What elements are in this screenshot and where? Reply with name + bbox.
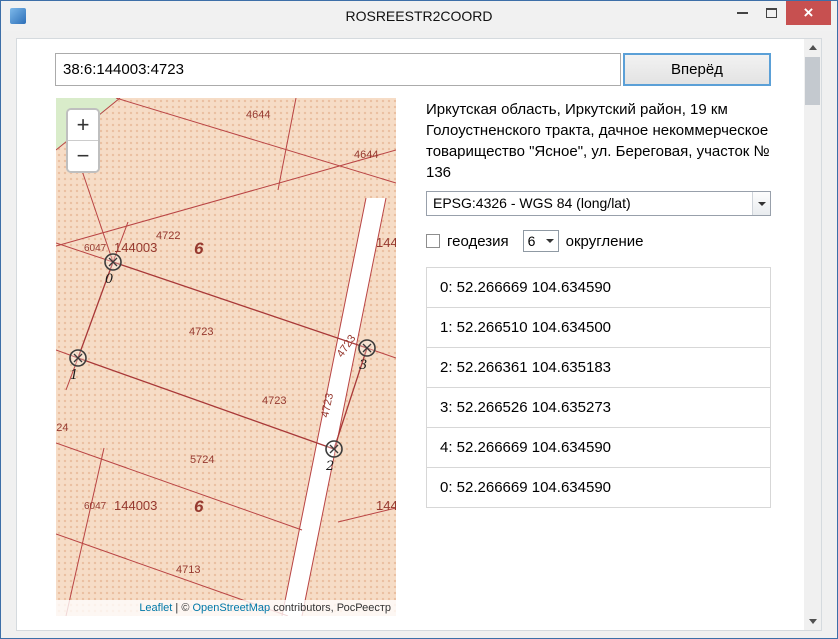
- crs-select-value: EPSG:4326 - WGS 84 (long/lat): [427, 192, 752, 215]
- parcel-label: 6: [194, 239, 204, 258]
- maximize-button[interactable]: [757, 1, 786, 25]
- map-road: [282, 198, 386, 616]
- close-icon: ×: [804, 4, 814, 21]
- arrow-up-icon: [809, 45, 817, 50]
- geodesy-checkbox[interactable]: [426, 234, 440, 248]
- coordinate-row[interactable]: 0: 52.266669 104.634590: [426, 267, 771, 308]
- window-title: ROSREESTR2COORD: [1, 8, 837, 24]
- parcel-label: 1440: [376, 498, 396, 513]
- parcel-label: 4713: [176, 564, 200, 576]
- parcel-label: 6047: [84, 501, 107, 512]
- attribution-separator: | ©: [172, 602, 192, 614]
- scroll-down-button[interactable]: [804, 613, 821, 630]
- zoom-in-button[interactable]: +: [68, 110, 98, 141]
- parcel-label: 5724: [56, 422, 68, 434]
- forward-button[interactable]: Вперёд: [623, 53, 771, 86]
- coordinate-list: 0: 52.266669 104.6345901: 52.266510 104.…: [426, 267, 771, 508]
- marker-number-label: 3: [359, 358, 367, 373]
- options-row: геодезия 6 округление: [426, 229, 643, 253]
- marker-number-label: 2: [325, 459, 334, 474]
- cadastral-number-input[interactable]: [55, 53, 621, 86]
- address-text: Иркутская область, Иркутский район, 19 к…: [426, 99, 778, 183]
- parcel-label: 4723: [189, 326, 213, 338]
- parcel-label: 1440: [376, 235, 396, 250]
- map-marker-0[interactable]: 0: [105, 254, 121, 287]
- minimize-icon: [737, 12, 748, 14]
- rounding-label: округление: [566, 233, 644, 250]
- caption-buttons: ×: [728, 1, 831, 25]
- titlebar[interactable]: ROSREESTR2COORD ×: [1, 1, 837, 31]
- rounding-select[interactable]: 6: [523, 230, 559, 252]
- chevron-down-icon: [546, 239, 554, 243]
- marker-number-label: 1: [70, 368, 78, 383]
- arrow-down-icon: [809, 619, 817, 624]
- parcel-label: 4644: [246, 109, 270, 121]
- coordinate-row[interactable]: 4: 52.266669 104.634590: [426, 427, 771, 468]
- rounding-select-value: 6: [528, 233, 536, 249]
- parcel-label: 4722: [156, 230, 180, 242]
- zoom-out-button[interactable]: −: [68, 141, 98, 171]
- parcel-label: 4644: [354, 149, 378, 161]
- parcel-label: 144003: [114, 240, 157, 255]
- coordinate-row[interactable]: 1: 52.266510 104.634500: [426, 307, 771, 348]
- scroll-up-button[interactable]: [804, 39, 821, 56]
- attribution-text: contributors, РосРеестр: [270, 602, 391, 614]
- marker-number-label: 0: [105, 272, 113, 287]
- map-attribution: Leaflet | © OpenStreetMap contributors, …: [56, 600, 396, 616]
- openstreetmap-link[interactable]: OpenStreetMap: [192, 602, 270, 614]
- maximize-icon: [766, 8, 777, 18]
- parcel-label: 4723: [262, 395, 286, 407]
- minimize-button[interactable]: [728, 1, 757, 25]
- parcel-label: 6047: [84, 243, 107, 254]
- map-marker-3[interactable]: 3: [359, 340, 375, 373]
- parcel-label: 6: [194, 497, 204, 516]
- chevron-down-icon: [758, 202, 766, 206]
- coordinate-row[interactable]: 0: 52.266669 104.634590: [426, 467, 771, 508]
- zoom-control: + −: [66, 108, 100, 173]
- map[interactable]: 4644464447226047144003614404723472347234…: [56, 98, 396, 616]
- crs-select-arrow-button[interactable]: [752, 192, 770, 215]
- close-button[interactable]: ×: [786, 1, 831, 25]
- crs-select[interactable]: EPSG:4326 - WGS 84 (long/lat): [426, 191, 771, 216]
- coordinate-row[interactable]: 3: 52.266526 104.635273: [426, 387, 771, 428]
- geodesy-label: геодезия: [447, 233, 509, 250]
- coordinate-row[interactable]: 2: 52.266361 104.635183: [426, 347, 771, 388]
- parcel-label: 5724: [190, 454, 214, 466]
- leaflet-link[interactable]: Leaflet: [139, 602, 172, 614]
- app-window: ROSREESTR2COORD × Вперёд: [0, 0, 838, 639]
- client-area: Вперёд: [16, 38, 822, 631]
- map-marker-1[interactable]: 1: [70, 350, 86, 383]
- parcel-label: 144003: [114, 498, 157, 513]
- scrollbar[interactable]: [804, 39, 821, 630]
- scrollbar-thumb[interactable]: [805, 57, 820, 105]
